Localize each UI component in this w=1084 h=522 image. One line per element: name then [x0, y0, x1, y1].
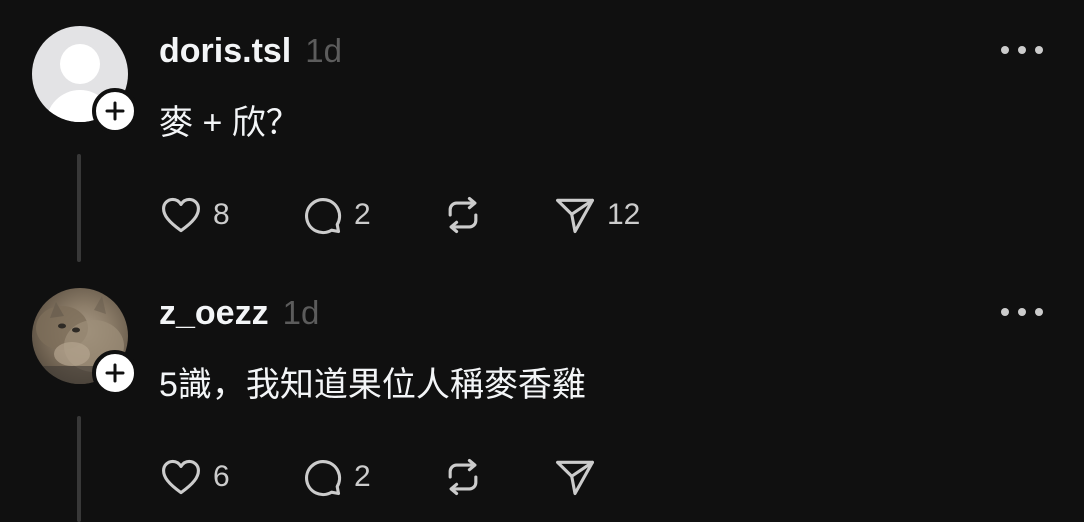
avatar-container: [32, 288, 138, 396]
plus-icon: [105, 363, 125, 383]
send-icon: [556, 198, 594, 234]
action-bar: 8 2 12: [159, 192, 679, 238]
reply-count: 2: [354, 460, 371, 493]
like-count: 6: [213, 460, 230, 493]
action-bar: 6 2: [159, 454, 679, 500]
repost-icon: [448, 196, 478, 234]
like-button[interactable]: 6: [159, 454, 230, 500]
default-avatar-head: [60, 44, 100, 84]
more-options-button[interactable]: [996, 298, 1048, 326]
timestamp: 1d: [305, 32, 342, 69]
reply-count: 2: [354, 198, 371, 231]
reply-button[interactable]: 2: [300, 454, 371, 500]
post-text: 麥 + 欣？: [159, 104, 300, 142]
like-count: 8: [213, 198, 230, 231]
share-count: 12: [607, 198, 641, 231]
thread-line: [77, 416, 81, 522]
post-text: 5識，我知道果位人稱麥香雞: [159, 366, 586, 404]
avatar-container: [32, 26, 138, 134]
post-header: z_oezz 1d: [159, 290, 319, 336]
comment-icon: [305, 460, 342, 497]
thread-line: [77, 154, 81, 262]
more-horizontal-icon: [1001, 46, 1043, 54]
plus-icon: [105, 101, 125, 121]
share-button[interactable]: [553, 454, 607, 500]
reply-button[interactable]: 2: [300, 192, 371, 238]
post-header: doris.tsl 1d: [159, 28, 342, 74]
repost-icon: [448, 458, 478, 496]
repost-button[interactable]: [441, 454, 485, 500]
send-icon: [556, 460, 594, 496]
follow-button[interactable]: [92, 88, 138, 134]
username[interactable]: doris.tsl: [159, 32, 291, 71]
follow-button[interactable]: [92, 350, 138, 396]
post: doris.tsl 1d 麥 + 欣？ 8 2 12: [0, 0, 1084, 262]
share-button[interactable]: 12: [553, 192, 640, 238]
more-horizontal-icon: [1001, 308, 1043, 316]
repost-button[interactable]: [441, 192, 485, 238]
post: z_oezz 1d 5識，我知道果位人稱麥香雞 6 2: [0, 262, 1084, 522]
comment-icon: [305, 198, 342, 235]
more-options-button[interactable]: [996, 36, 1048, 64]
username[interactable]: z_oezz: [159, 294, 269, 333]
timestamp: 1d: [282, 294, 320, 331]
like-button[interactable]: 8: [159, 192, 230, 238]
heart-icon: [162, 197, 200, 233]
heart-icon: [162, 459, 200, 495]
